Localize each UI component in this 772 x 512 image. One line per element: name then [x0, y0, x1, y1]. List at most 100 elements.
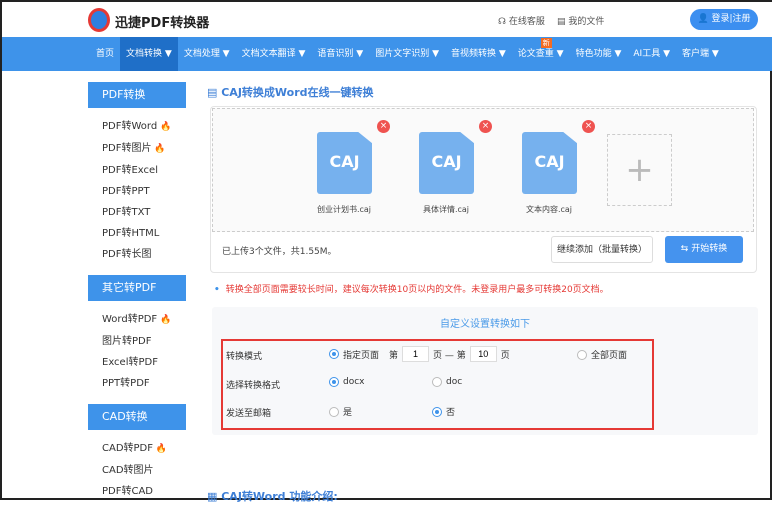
file-type: CAJ — [534, 152, 565, 171]
sidebar-item[interactable]: Excel转PDF — [88, 352, 186, 373]
add-more-button[interactable]: 继续添加（批量转换） — [551, 236, 653, 263]
sidebar-heading[interactable]: PDF转换 — [88, 82, 186, 108]
nav-label: 语音识别 ▼ — [317, 49, 364, 59]
nav-label: AI工具 ▼ — [633, 49, 670, 59]
sidebar-item[interactable]: PDF转图片 🔥 — [88, 138, 186, 160]
sidebar-item[interactable]: CAD转PDF 🔥 — [88, 438, 186, 460]
nav-label: 论文查重 ▼ — [517, 49, 564, 59]
to-page-input[interactable] — [469, 346, 497, 362]
title-text: CAJ转换成Word在线一键转换 — [221, 86, 374, 99]
nav-label: 文档文本翻译 ▼ — [241, 49, 306, 59]
radio-mode-specific[interactable] — [329, 349, 339, 359]
add-file-button[interactable]: + — [607, 134, 672, 206]
radio-mode-all[interactable] — [577, 349, 587, 360]
nav-item[interactable]: 特色功能 ▼ — [570, 37, 628, 71]
nav-item[interactable]: 客户端 ▼ — [676, 37, 725, 71]
nav-label: 文档处理 ▼ — [183, 49, 230, 59]
file-name: 创业计划书.caj — [316, 205, 372, 214]
hot-icon: 🔥 — [157, 122, 172, 132]
login-label: 登录|注册 — [711, 14, 751, 24]
new-badge: 新 — [540, 38, 552, 48]
sidebar-item[interactable]: PDF转HTML — [88, 223, 186, 244]
sidebar-heading[interactable]: CAD转换 — [88, 404, 186, 430]
intro-text: CAJ转Word 功能介绍: — [221, 490, 338, 503]
start-label: 开始转换 — [691, 244, 728, 254]
nav-item[interactable]: 文档处理 ▼ — [178, 37, 236, 71]
remove-file-icon[interactable]: × — [377, 120, 390, 133]
option-label: 否 — [446, 408, 456, 418]
sidebar-item[interactable]: CAD转图片 — [88, 460, 186, 481]
login-button[interactable]: 👤 登录|注册 — [690, 9, 758, 30]
sidebar-item[interactable]: PDF转PPT — [88, 181, 186, 202]
from-page-input[interactable] — [402, 346, 430, 362]
sidebar-item[interactable]: Word转PDF 🔥 — [88, 309, 186, 331]
sidebar-heading[interactable]: 其它转PDF — [88, 275, 186, 301]
option-label: 是 — [343, 408, 353, 418]
brand-name[interactable]: 迅捷PDF转换器 — [115, 12, 209, 31]
online-service-link[interactable]: ☊ 在线客服 — [498, 14, 545, 27]
file-name: 具体详情.caj — [422, 205, 470, 214]
file-type: CAJ — [431, 152, 462, 171]
sidebar-item[interactable]: PDF转Word 🔥 — [88, 116, 186, 138]
nav-label: 客户端 ▼ — [681, 49, 719, 59]
nav-item[interactable]: 图片文字识别 ▼ — [369, 37, 445, 71]
nav-label: 首页 — [96, 49, 115, 59]
nav-label: 音视频转换 ▼ — [451, 49, 506, 59]
sidebar-item-label: PPT转PDF — [102, 378, 150, 389]
radio-yes[interactable] — [329, 406, 339, 417]
sidebar-item-label: PDF转Excel — [102, 165, 158, 176]
sidebar-item-label: PDF转TXT — [102, 207, 151, 218]
nav-item[interactable]: 音视频转换 ▼ — [445, 37, 512, 71]
nav-item[interactable]: 文档转换 ▼ — [120, 37, 178, 71]
option-label: 全部页面 — [591, 351, 628, 361]
intro-icon: ▦ — [207, 490, 222, 503]
range-separator: 页 — 第 — [433, 350, 466, 361]
sidebar-item[interactable]: 图片转PDF — [88, 331, 186, 352]
intro-heading: ▦ CAJ转Word 功能介绍: — [207, 488, 338, 504]
sidebar-item-label: Excel转PDF — [102, 357, 158, 368]
sidebar-item-label: PDF转图片 — [102, 143, 152, 154]
mode-all-option[interactable]: 全部页面 — [577, 348, 627, 361]
sidebar-group: PDF转换 PDF转Word 🔥 PDF转图片 🔥 PDF转Excel PDF转PPT P… — [88, 82, 186, 265]
my-files-link[interactable]: ▤ 我的文件 — [557, 14, 604, 27]
sidebar-group: 其它转PDF Word转PDF 🔥 图片转PDF Excel转PDF PPT转PDF — [88, 275, 186, 394]
file-type: CAJ — [329, 152, 360, 171]
to-suffix: 页 — [500, 350, 510, 361]
main-nav: 首页 文档转换 ▼ 文档处理 ▼ 文档文本翻译 ▼ 语音识别 ▼ 图片文字识别 ▼ 音视频转… — [2, 37, 772, 71]
remove-file-icon[interactable]: × — [582, 120, 595, 133]
nav-item[interactable]: AI工具 ▼ — [627, 37, 676, 71]
hot-icon: 🔥 — [151, 144, 166, 154]
nav-item[interactable]: 首页 — [90, 37, 120, 71]
sidebar: PDF转换 PDF转Word 🔥 PDF转图片 🔥 PDF转Excel PDF转PPT P… — [88, 82, 186, 512]
email-yes-option[interactable]: 是 — [329, 405, 352, 418]
radio-no[interactable] — [432, 406, 442, 417]
settings-title: 自定义设置转换如下 — [440, 319, 530, 330]
hot-icon: 🔥 — [153, 444, 168, 454]
document-icon: ▤ — [207, 86, 222, 99]
nav-label: 图片文字识别 ▼ — [375, 49, 439, 59]
file-icon: CAJ — [522, 132, 577, 194]
nav-label: 文档转换 ▼ — [126, 49, 172, 59]
sidebar-item[interactable]: PPT转PDF — [88, 373, 186, 394]
sidebar-item[interactable]: PDF转TXT — [88, 202, 186, 223]
sidebar-item[interactable]: PDF转CAD — [88, 481, 186, 502]
nav-label: 特色功能 ▼ — [575, 49, 622, 59]
radio-docx[interactable] — [329, 377, 339, 387]
nav-item[interactable]: 语音识别 ▼ — [311, 37, 369, 71]
sidebar-item-label: CAD转PDF — [102, 443, 154, 454]
hot-icon: 🔥 — [157, 315, 172, 325]
sidebar-item[interactable]: PDF转长图 — [88, 244, 186, 265]
email-no-option[interactable]: 否 — [432, 405, 455, 418]
format-doc-option[interactable]: doc — [432, 377, 462, 387]
sidebar-item[interactable]: PDF转Excel — [88, 160, 186, 181]
logo-icon[interactable] — [88, 8, 110, 32]
radio-doc[interactable] — [432, 377, 442, 387]
file-icon: CAJ — [419, 132, 474, 194]
start-convert-button[interactable]: ⇆ 开始转换 — [665, 236, 743, 263]
nav-item[interactable]: 论文查重 ▼ 新 — [512, 37, 570, 71]
nav-item[interactable]: 文档文本翻译 ▼ — [236, 37, 312, 71]
mode-specific-option[interactable]: 指定页面 第 页 — 第 页 — [329, 346, 510, 362]
option-label: docx — [343, 377, 365, 387]
format-docx-option[interactable]: docx — [329, 377, 365, 387]
remove-file-icon[interactable]: × — [479, 120, 492, 133]
